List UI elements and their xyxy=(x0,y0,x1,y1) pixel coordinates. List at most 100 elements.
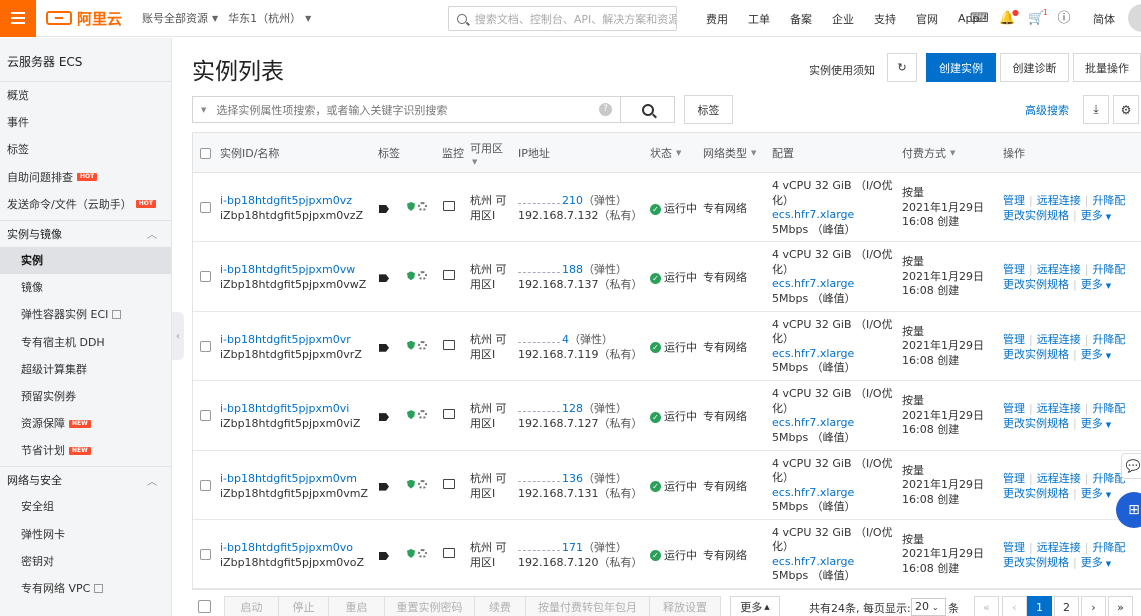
account-scope-select[interactable]: 账号全部资源 ▼ xyxy=(142,10,218,26)
instance-id-link[interactable]: i-bp18htdgfit5pjpxm0vz xyxy=(220,193,363,208)
col-status[interactable]: 状态 ▼ xyxy=(650,133,681,173)
sidebar-item-scc[interactable]: 超级计算集群 xyxy=(0,356,171,383)
upgrade-link[interactable]: 升降配 xyxy=(1092,333,1125,346)
manage-link[interactable]: 管理 xyxy=(1003,263,1025,276)
public-ip[interactable]: 210 xyxy=(562,194,583,207)
sidebar-item-events[interactable]: 事件 xyxy=(0,109,171,136)
sidebar-group-network[interactable]: 网络与安全 ︿ xyxy=(0,466,171,493)
monitor-icon[interactable] xyxy=(443,270,455,283)
help-icon[interactable]: ? xyxy=(599,103,612,116)
sidebar-collapse-handle[interactable]: ‹ xyxy=(172,312,184,360)
upgrade-link[interactable]: 升降配 xyxy=(1092,541,1125,554)
instance-id-link[interactable]: i-bp18htdgfit5pjpxm0vw xyxy=(220,262,366,277)
sidebar-item-instances[interactable]: 实例 xyxy=(0,246,171,275)
instance-type-link[interactable]: ecs.hfr7.xlarge xyxy=(772,277,893,292)
refresh-button[interactable]: ↻ xyxy=(887,53,917,82)
sidebar-item-security-groups[interactable]: 安全组 xyxy=(0,493,171,520)
remote-connect-link[interactable]: 远程连接 xyxy=(1037,472,1081,485)
footer-select-all-checkbox[interactable] xyxy=(198,600,211,613)
page-2-button[interactable]: 2 xyxy=(1054,596,1079,616)
sidebar-item-ddh[interactable]: 专有宿主机 DDH xyxy=(0,329,171,356)
sidebar-item-troubleshoot[interactable]: 自助问题排查 HOT xyxy=(0,164,171,191)
more-link[interactable]: 更多 ▼ xyxy=(1081,417,1111,430)
upgrade-link[interactable]: 升降配 xyxy=(1092,263,1125,276)
instance-type-link[interactable]: ecs.hfr7.xlarge xyxy=(772,416,893,431)
release-settings-button[interactable]: 释放设置 xyxy=(649,596,721,616)
create-instance-button[interactable]: 创建实例 xyxy=(926,53,996,82)
aliyun-logo[interactable]: 阿里云 xyxy=(46,8,122,29)
create-diagnosis-button[interactable]: 创建诊断 xyxy=(1000,53,1069,82)
renew-button[interactable]: 续费 xyxy=(474,596,526,616)
download-button[interactable]: ⤓ xyxy=(1083,95,1109,124)
next-page-button[interactable]: › xyxy=(1081,596,1106,616)
row-checkbox[interactable] xyxy=(200,271,211,283)
change-spec-link[interactable]: 更改实例规格 xyxy=(1003,487,1069,500)
more-link[interactable]: 更多 ▼ xyxy=(1081,348,1111,361)
global-search-input[interactable]: 搜索文档、控制台、API、解决方案和资源 xyxy=(448,6,677,31)
nav-tickets[interactable]: 工单 xyxy=(748,11,770,27)
tag-icon[interactable] xyxy=(379,342,389,355)
filter-search-button[interactable] xyxy=(621,96,675,123)
terminal-icon[interactable]: ⌨ xyxy=(970,11,989,26)
upgrade-link[interactable]: 升降配 xyxy=(1092,402,1125,415)
tag-icon[interactable] xyxy=(379,203,389,216)
advanced-search-link[interactable]: 高级搜索 xyxy=(1025,102,1069,118)
monitor-icon[interactable] xyxy=(443,201,455,214)
select-all-checkbox[interactable] xyxy=(200,133,211,173)
change-spec-link[interactable]: 更改实例规格 xyxy=(1003,417,1069,430)
instance-id-link[interactable]: i-bp18htdgfit5pjpxm0vi xyxy=(220,401,360,416)
start-button[interactable]: 启动 xyxy=(224,596,279,616)
cart-icon[interactable]: 🛒 1 xyxy=(1028,8,1048,26)
more-link[interactable]: 更多 ▼ xyxy=(1081,209,1111,222)
public-ip[interactable]: 188 xyxy=(562,263,583,276)
monitor-icon[interactable] xyxy=(443,478,455,492)
public-ip[interactable]: 136 xyxy=(562,472,583,485)
sidebar-item-overview[interactable]: 概览 xyxy=(0,82,171,109)
nav-enterprise[interactable]: 企业 xyxy=(832,11,854,27)
public-ip[interactable]: 4 xyxy=(562,333,569,346)
manage-link[interactable]: 管理 xyxy=(1003,194,1025,207)
sidebar-item-cloud-assistant[interactable]: 发送命令/文件（云助手） HOT xyxy=(0,191,171,218)
first-page-button[interactable]: « xyxy=(974,596,999,616)
remote-connect-link[interactable]: 远程连接 xyxy=(1037,333,1081,346)
sidebar-item-capacity[interactable]: 资源保障 NEW xyxy=(0,410,171,437)
instance-type-link[interactable]: ecs.hfr7.xlarge xyxy=(772,347,893,362)
instance-type-link[interactable]: ecs.hfr7.xlarge xyxy=(772,208,893,223)
instance-type-link[interactable]: ecs.hfr7.xlarge xyxy=(772,555,893,570)
instance-id-link[interactable]: i-bp18htdgfit5pjpxm0vm xyxy=(220,471,368,486)
manage-link[interactable]: 管理 xyxy=(1003,472,1025,485)
tag-icon[interactable] xyxy=(379,481,389,494)
convert-billing-button[interactable]: 按量付费转包年包月 xyxy=(525,596,650,616)
batch-actions-button[interactable]: 批量操作 xyxy=(1073,53,1141,82)
nav-billing[interactable]: 费用 xyxy=(706,11,728,27)
col-zone[interactable]: 可用区 ▼ xyxy=(470,133,503,173)
instance-id-link[interactable]: i-bp18htdgfit5pjpxm0vo xyxy=(220,540,364,555)
change-spec-link[interactable]: 更改实例规格 xyxy=(1003,348,1069,361)
instance-type-link[interactable]: ecs.hfr7.xlarge xyxy=(772,486,893,501)
settings-button[interactable]: ⚙ xyxy=(1113,95,1139,124)
manage-link[interactable]: 管理 xyxy=(1003,541,1025,554)
nav-official-site[interactable]: 官网 xyxy=(916,11,938,27)
stop-button[interactable]: 停止 xyxy=(278,596,329,616)
more-link[interactable]: 更多 ▼ xyxy=(1081,556,1111,569)
sidebar-item-images[interactable]: 镜像 xyxy=(0,274,171,301)
change-spec-link[interactable]: 更改实例规格 xyxy=(1003,209,1069,222)
help-icon[interactable]: ⓘ xyxy=(1057,11,1071,26)
page-size-select[interactable]: 20 ⌄ xyxy=(911,598,946,616)
remote-connect-link[interactable]: 远程连接 xyxy=(1037,402,1081,415)
col-billing[interactable]: 付费方式 ▼ xyxy=(902,133,955,173)
chat-icon[interactable]: 💬 xyxy=(1121,453,1141,479)
instance-id-link[interactable]: i-bp18htdgfit5pjpxm0vr xyxy=(220,332,362,347)
sidebar-item-savings-plan[interactable]: 节省计划 NEW xyxy=(0,437,171,464)
tag-icon[interactable] xyxy=(379,550,389,563)
tag-filter-button[interactable]: 标签 xyxy=(684,95,733,124)
more-link[interactable]: 更多 ▼ xyxy=(1081,278,1111,291)
monitor-icon[interactable] xyxy=(443,547,455,561)
more-actions-button[interactable]: 更多 ▲ xyxy=(730,596,780,616)
sidebar-item-vpc[interactable]: 专有网络 VPC xyxy=(0,575,171,602)
sidebar-item-tags[interactable]: 标签 xyxy=(0,136,171,163)
public-ip[interactable]: 171 xyxy=(562,541,583,554)
nav-support[interactable]: 支持 xyxy=(874,11,896,27)
row-checkbox[interactable] xyxy=(200,410,211,422)
row-checkbox[interactable] xyxy=(200,479,211,491)
